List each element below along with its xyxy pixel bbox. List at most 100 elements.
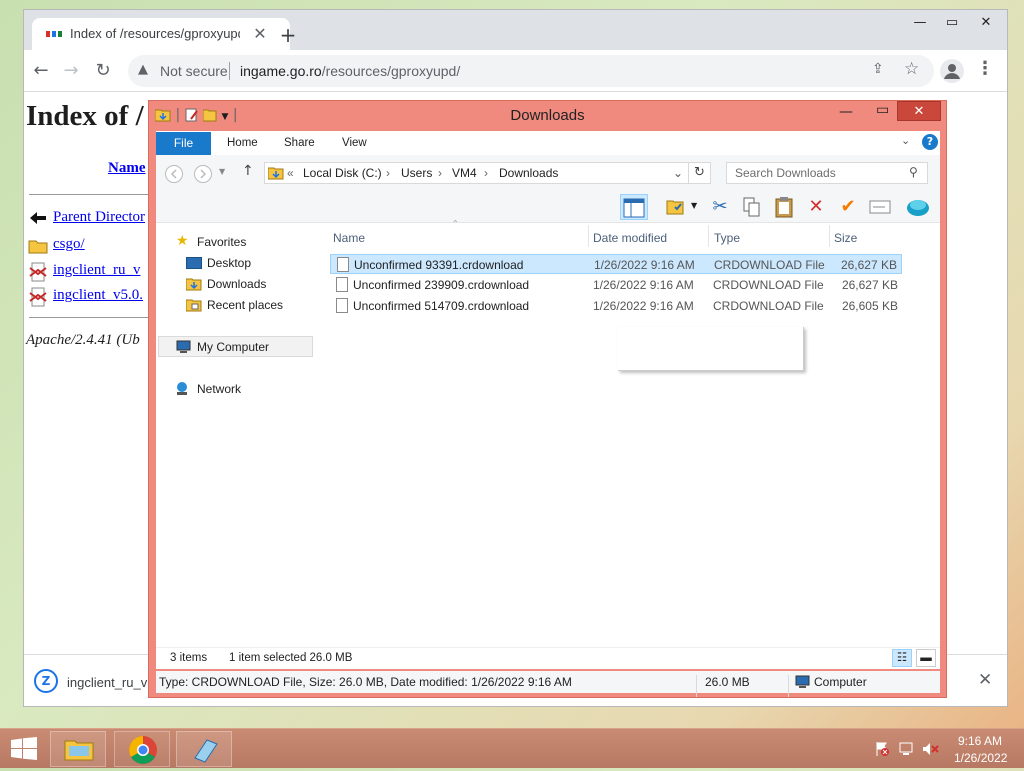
breadcrumb-downloads[interactable]: Downloads bbox=[499, 166, 558, 180]
paste-icon[interactable] bbox=[770, 194, 798, 220]
breadcrumb-chevron-icon[interactable]: › bbox=[438, 166, 442, 180]
checkmark-icon[interactable]: ✔ bbox=[834, 194, 862, 220]
url-text[interactable]: ingame.go.ro/resources/gproxyupd/ bbox=[240, 63, 460, 79]
nav-favorites[interactable]: Favorites bbox=[197, 235, 246, 249]
column-divider[interactable] bbox=[588, 225, 589, 247]
parent-directory-link[interactable]: Parent Director bbox=[53, 209, 145, 226]
network-globe-icon[interactable] bbox=[904, 194, 932, 220]
file-name: Unconfirmed 514709.crdownload bbox=[353, 299, 530, 313]
browser-toolbar: ← → ↻ ▲ Not secure ingame.go.ro/resource… bbox=[24, 50, 1007, 92]
breadcrumb-overflow[interactable]: « bbox=[287, 166, 294, 180]
cut-icon[interactable]: ✂ bbox=[706, 194, 734, 220]
csgo-folder-link[interactable]: csgo/ bbox=[53, 236, 85, 253]
tab-home[interactable]: Home bbox=[227, 137, 258, 149]
tab-strip: Index of /resources/gproxyupd ✕ + — ▭ ✕ bbox=[24, 10, 1007, 50]
reload-button[interactable]: ↻ bbox=[90, 58, 116, 84]
preview-pane-icon[interactable] bbox=[620, 194, 648, 220]
bookmark-star-icon[interactable]: ☆ bbox=[904, 59, 919, 79]
browser-tab[interactable]: Index of /resources/gproxyupd ✕ bbox=[32, 18, 290, 50]
tab-view[interactable]: View bbox=[342, 137, 367, 149]
warning-icon[interactable]: ▲ bbox=[138, 62, 148, 77]
tab-close-icon[interactable]: ✕ bbox=[248, 22, 272, 46]
tab-share[interactable]: Share bbox=[284, 137, 315, 149]
file-type: CRDOWNLOAD File bbox=[713, 299, 824, 313]
up-arrow-icon[interactable]: ↑ bbox=[242, 163, 254, 179]
file-row[interactable]: Unconfirmed 93391.crdownload 1/26/2022 9… bbox=[330, 254, 902, 274]
rename-icon[interactable] bbox=[866, 194, 894, 220]
column-header-size[interactable]: Size bbox=[834, 231, 857, 245]
notepad-taskbar-button[interactable] bbox=[176, 731, 232, 767]
download-file-icon[interactable]: Z bbox=[34, 669, 58, 693]
details-view-icon[interactable]: ☷ bbox=[892, 649, 912, 667]
recent-places-icon bbox=[186, 299, 202, 312]
address-dropdown-icon[interactable]: ⌄ bbox=[673, 166, 683, 180]
nav-recent-places[interactable]: Recent places bbox=[207, 298, 283, 312]
breadcrumb-vm4[interactable]: VM4 bbox=[452, 166, 477, 180]
nav-desktop[interactable]: Desktop bbox=[207, 256, 251, 270]
nav-my-computer-row[interactable]: My Computer bbox=[158, 336, 313, 357]
file-row[interactable]: Unconfirmed 514709.crdownload 1/26/2022 … bbox=[330, 296, 902, 316]
search-input[interactable]: Search Downloads ⚲ bbox=[726, 162, 928, 184]
close-window-button[interactable]: ✕ bbox=[970, 12, 1002, 34]
maximize-button[interactable]: ▭ bbox=[936, 12, 968, 34]
not-secure-label[interactable]: Not secure bbox=[160, 63, 228, 79]
explorer-titlebar[interactable]: | ▼ | Downloads — ▭ ✕ bbox=[149, 101, 946, 131]
name-column-link[interactable]: Name bbox=[108, 160, 146, 177]
chrome-menu-icon[interactable]: ⋮ bbox=[976, 58, 994, 79]
start-windows-icon[interactable] bbox=[10, 737, 38, 761]
close-shelf-icon[interactable]: ✕ bbox=[978, 670, 992, 690]
help-icon[interactable]: ? bbox=[922, 134, 938, 150]
ingclient-v5-link[interactable]: ingclient_v5.0. bbox=[53, 287, 143, 304]
minimize-button[interactable]: — bbox=[839, 104, 853, 120]
nav-downloads[interactable]: Downloads bbox=[207, 277, 266, 291]
search-icon[interactable]: ⚲ bbox=[909, 165, 918, 179]
back-button[interactable]: ← bbox=[28, 58, 54, 84]
breadcrumb-chevron-icon[interactable]: › bbox=[386, 166, 390, 180]
delete-icon[interactable]: ✕ bbox=[802, 194, 830, 220]
download-filename[interactable]: ingclient_ru_v3 bbox=[67, 675, 154, 690]
nav-network[interactable]: Network bbox=[197, 382, 241, 396]
new-tab-button[interactable]: + bbox=[276, 24, 300, 48]
breadcrumb-users[interactable]: Users bbox=[401, 166, 432, 180]
ingclient-ru-link[interactable]: ingclient_ru_v bbox=[53, 262, 140, 279]
copy-icon[interactable] bbox=[738, 194, 766, 220]
folder-options-icon[interactable] bbox=[662, 194, 690, 220]
breadcrumb-chevron-icon[interactable]: › bbox=[484, 166, 488, 180]
clock-date[interactable]: 1/26/2022 bbox=[954, 751, 1007, 765]
clock-time[interactable]: 9:16 AM bbox=[958, 734, 1002, 748]
profile-avatar[interactable] bbox=[940, 59, 964, 83]
minimize-button[interactable]: — bbox=[904, 12, 936, 34]
maximize-button[interactable]: ▭ bbox=[876, 102, 889, 118]
context-menu-remnant bbox=[618, 327, 804, 371]
forward-button[interactable]: → bbox=[58, 58, 84, 84]
breadcrumb-local-disk[interactable]: Local Disk (C:) bbox=[303, 166, 382, 180]
options-dropdown-icon[interactable]: ▼ bbox=[691, 201, 697, 210]
share-icon[interactable]: ⇪ bbox=[872, 61, 884, 77]
file-date: 1/26/2022 9:16 AM bbox=[593, 299, 694, 313]
column-header-date[interactable]: Date modified bbox=[593, 231, 667, 245]
close-button[interactable]: ✕ bbox=[897, 101, 941, 121]
recent-locations-icon[interactable]: ▼ bbox=[219, 167, 225, 176]
search-placeholder: Search Downloads bbox=[735, 166, 836, 180]
tab-file[interactable]: File bbox=[156, 132, 211, 155]
expand-ribbon-icon[interactable]: ⌄ bbox=[901, 134, 910, 147]
divider bbox=[696, 675, 697, 697]
forward-icon[interactable] bbox=[193, 164, 213, 184]
refresh-icon[interactable]: ↻ bbox=[689, 162, 711, 184]
column-header-name[interactable]: Name bbox=[333, 231, 365, 245]
back-icon[interactable] bbox=[164, 164, 184, 184]
column-divider[interactable] bbox=[708, 225, 709, 247]
nav-my-computer[interactable]: My Computer bbox=[197, 340, 269, 354]
large-icons-view-icon[interactable]: ▬ bbox=[916, 649, 936, 667]
server-signature: Apache/2.4.41 (Ub bbox=[26, 332, 140, 348]
column-header-type[interactable]: Type bbox=[714, 231, 740, 245]
network-tray-icon[interactable] bbox=[898, 741, 916, 757]
column-divider[interactable] bbox=[829, 225, 830, 247]
file-explorer-taskbar-button[interactable] bbox=[50, 731, 106, 767]
action-center-flag-icon[interactable] bbox=[874, 741, 890, 757]
chrome-taskbar-button[interactable] bbox=[114, 731, 170, 767]
volume-muted-icon[interactable] bbox=[922, 741, 940, 757]
address-breadcrumb[interactable]: « Local Disk (C:) › Users › VM4 › Downlo… bbox=[264, 162, 689, 184]
file-row[interactable]: Unconfirmed 239909.crdownload 1/26/2022 … bbox=[330, 275, 902, 295]
address-bar[interactable]: ▲ Not secure ingame.go.ro/resources/gpro… bbox=[128, 55, 934, 87]
